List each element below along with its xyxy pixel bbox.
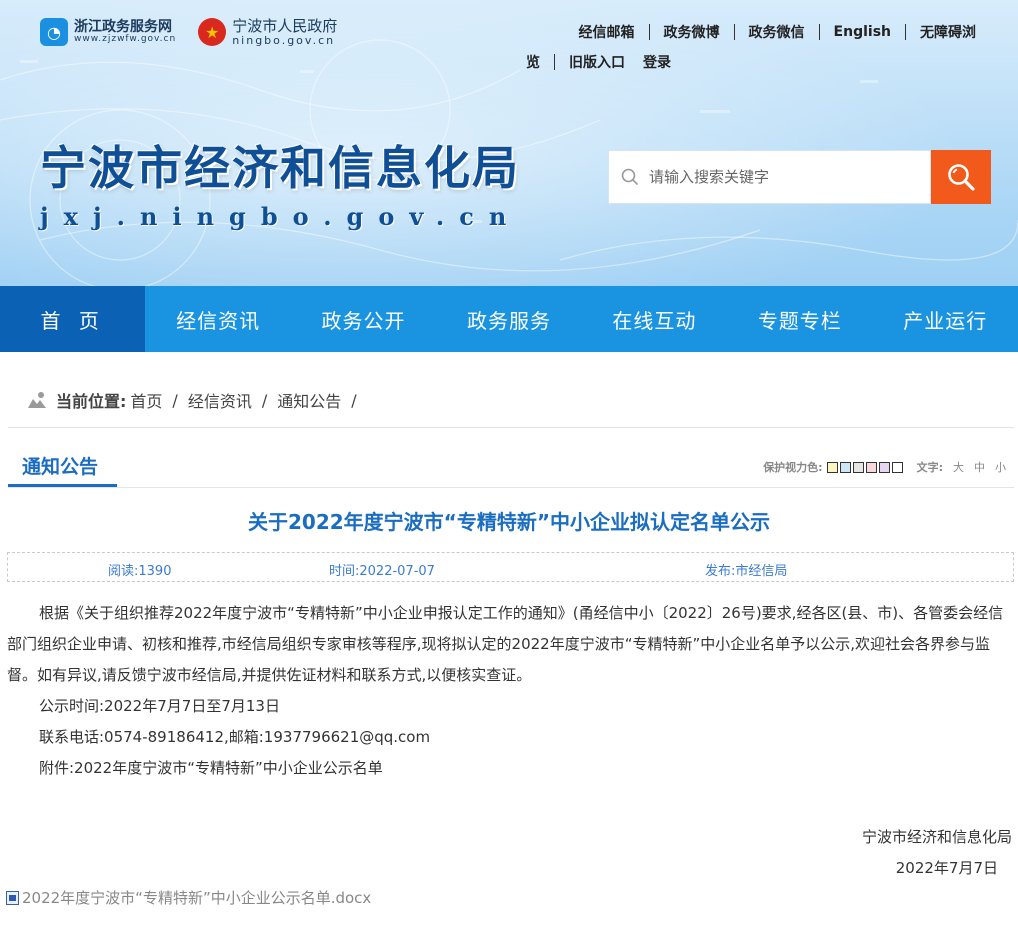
article-paragraph: 根据《关于组织推荐2022年度宁波市“专精特新”中小企业申报认定工作的通知》(甬… [7,604,1004,684]
nav-item-topics[interactable]: 专题专栏 [727,286,872,352]
search-input-wrap[interactable] [608,150,931,204]
search-box [608,150,991,204]
divider [8,427,1014,428]
search-icon [621,168,639,186]
breadcrumb-label: 当前位置: [56,392,127,411]
font-size-medium[interactable]: 中 [974,459,985,475]
article-paragraph: 附件:2022年度宁波市“专精特新”中小企业公示名单 [39,759,383,777]
divider [8,487,1014,488]
search-input[interactable] [649,168,909,186]
font-size-large[interactable]: 大 [953,459,964,475]
signature-org: 宁波市经济和信息化局 [861,828,1012,846]
nav-item-services[interactable]: 政务服务 [436,286,581,352]
article-body: 根据《关于组织推荐2022年度宁波市“专精特新”中小企业申报认定工作的通知》(甬… [7,598,1010,784]
eye-care-label: 保护视力色: [763,461,823,474]
top-link-english[interactable]: English [820,24,905,40]
article-paragraph: 公示时间:2022年7月7日至7月13日 [39,697,280,715]
breadcrumb-news[interactable]: 经信资讯 [188,388,252,412]
section-tab: 通知公告 [8,446,117,487]
publisher: 发布:市经信局 [705,564,788,579]
top-link-accessibility-cont[interactable]: 览 [520,52,554,72]
article-paragraph: 联系电话:0574-89186412,邮箱:1937796621@qq.com [39,728,431,746]
search-button[interactable] [931,150,991,204]
nav-item-home[interactable]: 首 页 [0,286,146,352]
font-size-label: 文字: [916,461,943,474]
top-link-old-version[interactable]: 旧版入口 [555,52,639,72]
ningbo-gov-logo[interactable]: ★ 宁波市人民政府 ningbo.gov.cn [198,18,337,47]
eye-care-swatch-yellow[interactable] [826,461,838,473]
location-icon [28,392,46,408]
publish-time: 时间:2022-07-07 [329,564,435,579]
article-meta: 阅读:1390 时间:2022-07-07 发布:市经信局 [7,552,1014,582]
site-title: 宁波市经济和信息化局 [40,141,520,195]
article-title: 关于2022年度宁波市“专精特新”中小企业拟认定名单公示 [248,510,770,534]
eye-care-swatch-purple[interactable] [878,461,890,473]
reading-tools: 保护视力色: 文字: 大 中 小 [763,459,1006,475]
top-link-wechat[interactable]: 政务微信 [735,22,819,42]
national-emblem-icon: ★ [198,18,227,47]
eye-care-swatch-blue[interactable] [839,461,851,473]
top-links: 经信邮箱 政务微博 政务微信 English 无障碍浏 览 旧版入口 登录 [520,22,990,72]
eye-care-swatch-pink[interactable] [865,461,877,473]
zjzwfw-name: 浙江政务服务网 [74,18,172,35]
nav-item-interaction[interactable]: 在线互动 [582,286,727,352]
zjzwfw-logo[interactable]: ◔ 浙江政务服务网 www.zjzwfw.gov.cn [40,18,177,47]
zjzwfw-url: www.zjzwfw.gov.cn [74,34,177,45]
header-banner: ◔ 浙江政务服务网 www.zjzwfw.gov.cn ★ 宁波市人民政府 ni… [0,0,1018,286]
breadcrumb-notices[interactable]: 通知公告 [277,388,341,412]
signature-date: 2022年7月7日 [895,859,998,877]
main-nav: 首 页 经信资讯 政务公开 政务服务 在线互动 专题专栏 产业运行 [0,286,1018,352]
top-link-weibo[interactable]: 政务微博 [650,22,734,42]
nav-item-news[interactable]: 经信资讯 [145,286,290,352]
read-count: 阅读:1390 [108,564,172,579]
site-title-block: 宁波市经济和信息化局 jxj.ningbo.gov.cn [40,132,521,231]
ningbo-gov-url: ningbo.gov.cn [232,33,336,47]
top-link-accessibility[interactable]: 无障碍浏 [906,22,990,42]
partner-logos: ◔ 浙江政务服务网 www.zjzwfw.gov.cn ★ 宁波市人民政府 ni… [40,18,337,47]
font-size-small[interactable]: 小 [995,459,1006,475]
breadcrumb-home[interactable]: 首页 [130,388,162,412]
search-icon [948,164,975,191]
word-document-icon [6,890,19,905]
site-domain: jxj.ningbo.gov.cn [40,202,522,231]
zjzwfw-icon: ◔ [40,18,68,47]
section-title: 通知公告 [22,456,99,478]
attachment-link[interactable]: 2022年度宁波市“专精特新”中小企业公示名单.docx [6,887,371,908]
eye-care-swatch-white[interactable] [891,461,903,473]
ningbo-gov-name: 宁波市人民政府 [232,17,338,35]
nav-item-open-gov[interactable]: 政务公开 [291,286,436,352]
eye-care-swatch-gray[interactable] [852,461,864,473]
nav-item-industry[interactable]: 产业运行 [873,286,1018,352]
breadcrumb: 当前位置: 首页 / 经信资讯 / 通知公告 / [26,388,367,412]
article-signature: 宁波市经济和信息化局 2022年7月7日 [862,822,1012,884]
attachment-filename: 2022年度宁波市“专精特新”中小企业公示名单.docx [22,889,372,907]
top-link-mail[interactable]: 经信邮箱 [565,22,649,42]
top-link-login[interactable]: 登录 [639,52,685,72]
